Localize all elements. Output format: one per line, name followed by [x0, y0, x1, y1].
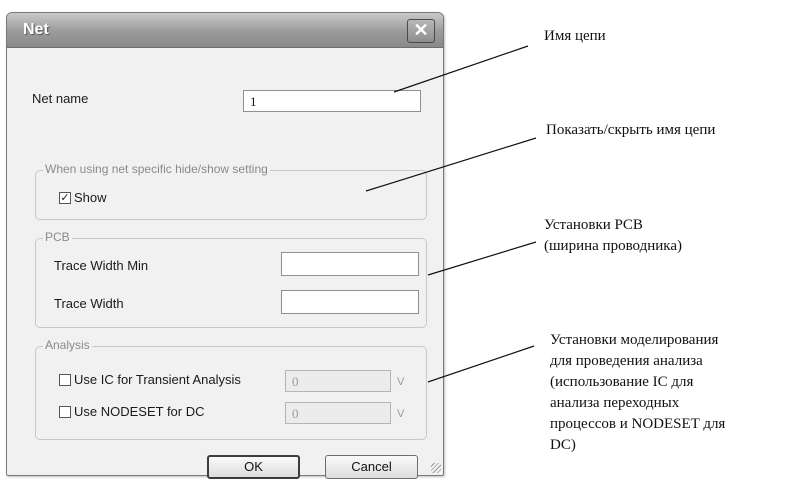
annotation-show-hide: Показать/скрыть имя цепи	[546, 122, 716, 138]
trace-width-min-label: Trace Width Min	[54, 258, 149, 273]
nodeset-unit: V	[397, 408, 405, 420]
hide-show-legend: When using net specific hide/show settin…	[43, 162, 270, 176]
nodeset-checkbox[interactable]	[59, 406, 71, 418]
resize-grip-icon[interactable]	[431, 463, 441, 473]
ic-checkbox[interactable]	[59, 374, 71, 386]
net-name-label: Net name	[32, 91, 89, 106]
net-dialog: Net ✕ Net name 1 When using net specific…	[6, 12, 444, 479]
annotation-analysis: Установки моделирования для проведения а…	[550, 330, 725, 456]
leader-pcb	[427, 241, 537, 276]
pcb-legend: PCB	[43, 230, 72, 244]
dialog-body: Net name 1 When using net specific hide/…	[7, 48, 443, 479]
ic-value-input[interactable]: 0	[285, 370, 391, 392]
trace-width-label: Trace Width	[54, 296, 124, 311]
annotation-analysis-line4: анализа переходных	[550, 395, 680, 411]
ic-unit: V	[397, 376, 405, 388]
annotation-pcb: Установки PCB (ширина проводника)	[544, 215, 682, 257]
title-bar[interactable]: Net ✕	[7, 13, 443, 48]
annotation-analysis-line2: для проведения анализа	[550, 353, 703, 369]
annotation-pcb-line1: Установки PCB	[544, 217, 643, 233]
show-checkbox[interactable]: ✓	[59, 192, 71, 204]
dialog-title: Net	[23, 21, 49, 38]
annotation-analysis-line3: (использование IC для	[550, 374, 694, 390]
close-icon[interactable]: ✕	[407, 19, 435, 43]
nodeset-value-input[interactable]: 0	[285, 402, 391, 424]
ok-button[interactable]: OK	[207, 455, 300, 479]
net-name-input[interactable]: 1	[243, 90, 421, 112]
analysis-group	[35, 346, 427, 440]
trace-width-input[interactable]	[281, 290, 419, 314]
annotation-analysis-line6: DC)	[550, 437, 576, 453]
annotation-net-name: Имя цепи	[544, 28, 606, 44]
cancel-button[interactable]: Cancel	[325, 455, 418, 479]
analysis-legend: Analysis	[43, 338, 92, 352]
trace-width-min-input[interactable]	[281, 252, 419, 276]
show-label: Show	[74, 190, 107, 205]
annotation-pcb-line2: (ширина проводника)	[544, 238, 683, 254]
nodeset-label: Use NODESET for DC	[74, 404, 205, 419]
ic-label: Use IC for Transient Analysis	[74, 372, 241, 387]
annotation-analysis-line1: Установки моделирования	[550, 332, 719, 348]
annotation-analysis-line5: процессов и NODESET для	[550, 416, 726, 432]
